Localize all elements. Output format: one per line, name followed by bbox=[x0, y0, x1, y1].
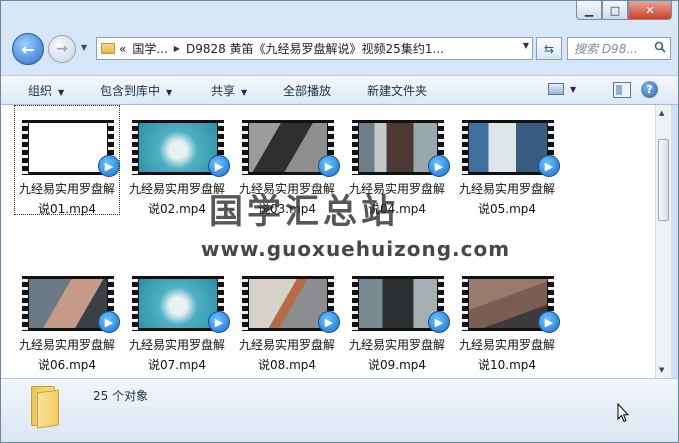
chevron-down-icon: ▼ bbox=[570, 84, 577, 94]
media-player-icon: ▶ bbox=[208, 155, 230, 177]
media-player-icon: ▶ bbox=[428, 155, 450, 177]
recent-pages-dropdown[interactable]: ▼ bbox=[81, 43, 87, 52]
breadcrumb-segment[interactable]: D9828 黄笛《九经易罗盘解说》视频25集约1... bbox=[186, 40, 444, 57]
breadcrumb-segment[interactable]: 国学... bbox=[132, 40, 167, 57]
vertical-scrollbar[interactable]: ▲ ▼ bbox=[655, 105, 671, 378]
chevron-down-icon: ▼ bbox=[166, 88, 173, 97]
include-in-library-button[interactable]: 包含到库中 ▼ bbox=[100, 82, 172, 99]
folder-icon bbox=[101, 43, 115, 54]
details-pane: 25 个对象 bbox=[1, 378, 678, 442]
refresh-icon: ⇆ bbox=[543, 41, 555, 56]
file-item[interactable]: ▶ 九经易实用罗盘解说10.mp4 bbox=[454, 261, 560, 372]
help-button[interactable]: ? bbox=[641, 81, 658, 98]
scrollbar-thumb[interactable] bbox=[658, 139, 669, 221]
scroll-up-icon[interactable]: ▲ bbox=[659, 109, 664, 117]
explorer-window: ▁ □ ✕ ← → ▼ « 国学... ▶ D9828 黄笛《九经易罗盘解说》视… bbox=[0, 0, 679, 443]
folder-icon bbox=[31, 386, 63, 429]
help-icon: ? bbox=[646, 83, 653, 96]
media-player-icon: ▶ bbox=[538, 311, 560, 333]
media-player-icon: ▶ bbox=[318, 155, 340, 177]
media-player-icon: ▶ bbox=[98, 311, 120, 333]
address-dropdown-icon[interactable]: ▼ bbox=[523, 41, 529, 50]
media-player-icon: ▶ bbox=[428, 311, 450, 333]
watermark-url: www.guoxuehuizong.com bbox=[201, 237, 511, 261]
file-item[interactable]: ▶ 九经易实用罗盘解说08.mp4 bbox=[234, 261, 340, 372]
file-name: 九经易实用罗盘解说09.mp4 bbox=[348, 338, 445, 372]
new-folder-button[interactable]: 新建文件夹 bbox=[367, 82, 427, 99]
caption-buttons: ▁ □ ✕ bbox=[576, 1, 672, 21]
preview-pane-button[interactable] bbox=[613, 82, 631, 98]
file-item[interactable]: ▶ 九经易实用罗盘解说06.mp4 bbox=[14, 261, 120, 372]
forward-button[interactable]: → bbox=[48, 35, 76, 63]
share-label: 共享 bbox=[211, 84, 236, 98]
file-name: 九经易实用罗盘解说05.mp4 bbox=[458, 182, 555, 216]
include-in-library-label: 包含到库中 bbox=[100, 84, 161, 98]
media-player-icon: ▶ bbox=[208, 311, 230, 333]
change-view-button[interactable]: ▼ bbox=[548, 83, 576, 95]
search-input[interactable]: 搜索 D98... bbox=[567, 37, 671, 60]
organize-button[interactable]: 组织 ▼ bbox=[28, 82, 64, 99]
address-overflow[interactable]: « bbox=[119, 42, 126, 56]
file-item[interactable]: ▶ 九经易实用罗盘解说07.mp4 bbox=[124, 261, 230, 372]
forward-arrow-icon: → bbox=[56, 41, 68, 57]
navigation-bar: ← → ▼ « 国学... ▶ D9828 黄笛《九经易罗盘解说》视频25集约1… bbox=[1, 29, 678, 69]
mouse-pointer-icon bbox=[617, 403, 629, 423]
file-name: 九经易实用罗盘解说01.mp4 bbox=[18, 182, 115, 216]
refresh-button[interactable]: ⇆ bbox=[536, 37, 562, 60]
view-icon bbox=[548, 83, 564, 95]
maximize-button[interactable]: □ bbox=[602, 1, 628, 20]
chevron-down-icon: ▼ bbox=[58, 88, 65, 97]
share-button[interactable]: 共享 ▼ bbox=[211, 82, 247, 99]
window-border bbox=[671, 105, 678, 378]
file-item[interactable]: ▶ 九经易实用罗盘解说01.mp4 bbox=[14, 105, 120, 216]
breadcrumb-arrow-icon[interactable]: ▶ bbox=[174, 44, 180, 53]
command-bar: 组织 ▼ 包含到库中 ▼ 共享 ▼ 全部播放 新建文件夹 ▼ ? bbox=[1, 75, 678, 105]
media-player-icon: ▶ bbox=[538, 155, 560, 177]
back-arrow-icon: ← bbox=[21, 39, 35, 59]
chevron-down-icon: ▼ bbox=[241, 88, 248, 97]
scroll-down-icon[interactable]: ▼ bbox=[659, 366, 664, 374]
organize-label: 组织 bbox=[28, 84, 53, 98]
minimize-button[interactable]: ▁ bbox=[576, 1, 602, 20]
file-item[interactable]: ▶ 九经易实用罗盘解说05.mp4 bbox=[454, 105, 560, 216]
media-player-icon: ▶ bbox=[98, 155, 120, 177]
item-count: 25 个对象 bbox=[93, 389, 149, 403]
search-icon bbox=[654, 41, 666, 53]
media-player-icon: ▶ bbox=[318, 311, 340, 333]
search-placeholder: 搜索 D98... bbox=[574, 42, 638, 56]
play-all-button[interactable]: 全部播放 bbox=[283, 82, 331, 99]
close-button[interactable]: ✕ bbox=[628, 1, 672, 20]
address-bar[interactable]: « 国学... ▶ D9828 黄笛《九经易罗盘解说》视频25集约1... ▼ bbox=[96, 37, 533, 60]
file-item[interactable]: ▶ 九经易实用罗盘解说09.mp4 bbox=[344, 261, 450, 372]
file-name: 九经易实用罗盘解说07.mp4 bbox=[128, 338, 225, 372]
watermark-text: 国学汇总站 bbox=[209, 192, 399, 232]
file-name: 九经易实用罗盘解说10.mp4 bbox=[458, 338, 555, 372]
file-name: 九经易实用罗盘解说06.mp4 bbox=[18, 338, 115, 372]
back-button[interactable]: ← bbox=[12, 33, 44, 65]
file-name: 九经易实用罗盘解说08.mp4 bbox=[238, 338, 335, 372]
